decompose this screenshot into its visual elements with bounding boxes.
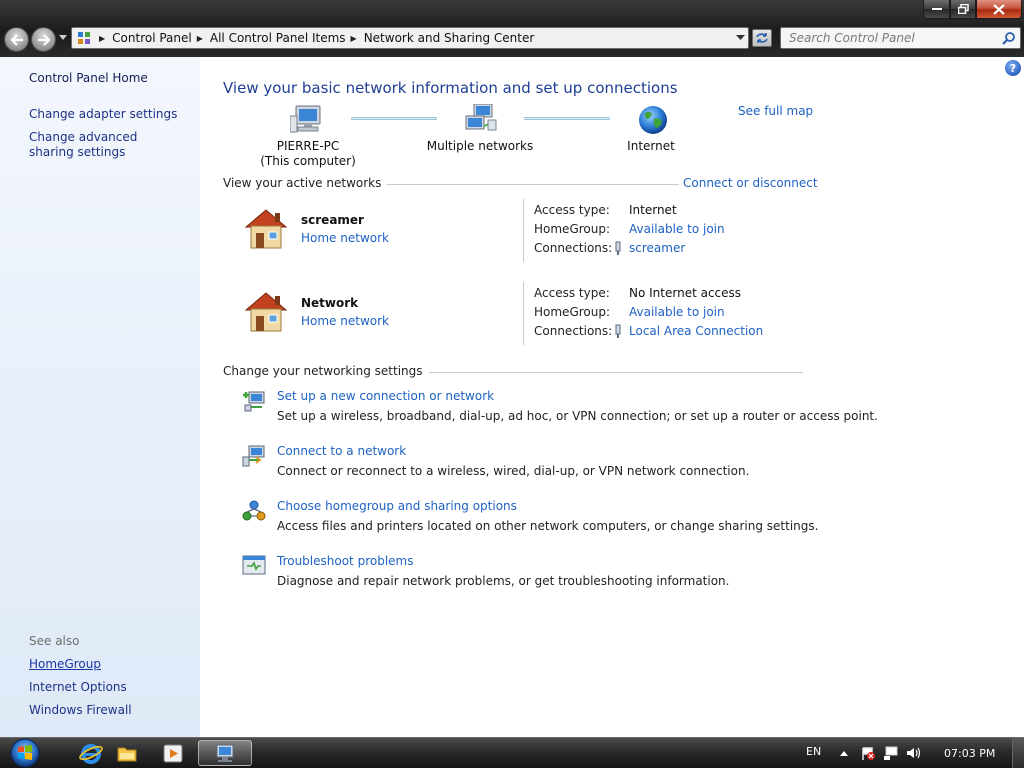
task-description: Connect or reconnect to a wireless, wire… [277, 464, 750, 478]
search-box[interactable] [780, 27, 1021, 49]
homegroup-available-link[interactable]: Available to join [629, 305, 725, 319]
restore-button[interactable] [950, 0, 976, 19]
network-type-link[interactable]: Home network [301, 231, 389, 245]
home-network-icon[interactable] [242, 207, 290, 251]
change-advanced-sharing-link[interactable]: Change advanced sharing settings [29, 130, 179, 160]
task-description: Access files and printers located on oth… [277, 519, 819, 533]
connection-link[interactable]: screamer [629, 241, 685, 255]
active-networks-heading: View your active networks [223, 176, 388, 190]
close-button[interactable] [976, 0, 1022, 19]
access-type-label: Access type: [534, 286, 610, 300]
breadcrumb-arrow-icon[interactable]: ▶ [351, 34, 357, 43]
homegroup-sharing-options-link[interactable]: Choose homegroup and sharing options [277, 499, 517, 513]
connections-label: Connections: [534, 241, 613, 255]
back-button[interactable] [4, 27, 29, 52]
start-button-icon[interactable] [6, 738, 44, 768]
internet-options-link[interactable]: Internet Options [29, 680, 127, 695]
networking-settings-heading: Change your networking settings [223, 364, 429, 378]
homegroup-label: HomeGroup: [534, 222, 611, 236]
multiple-networks-node: Multiple networks [426, 139, 534, 153]
media-player-icon [163, 744, 183, 763]
refresh-icon [756, 33, 768, 43]
access-type-value: Internet [629, 203, 677, 217]
minimize-icon [931, 8, 942, 10]
network-center-icon [216, 744, 234, 762]
computer-name: PIERRE-PC [276, 139, 340, 153]
see-also-heading: See also [29, 634, 80, 648]
breadcrumb-network-center[interactable]: Network and Sharing Center [364, 31, 535, 45]
refresh-button[interactable] [752, 29, 772, 47]
computer-icon[interactable] [290, 104, 324, 134]
breadcrumb-arrow-icon[interactable]: ▶ [197, 34, 203, 43]
forward-button[interactable] [31, 27, 56, 52]
breadcrumb-arrow-icon[interactable]: ▶ [99, 34, 105, 43]
forward-arrow-icon [37, 33, 51, 46]
control-panel-home-link[interactable]: Control Panel Home [29, 71, 148, 86]
homegroup-icon[interactable] [242, 499, 266, 523]
windows-firewall-link[interactable]: Windows Firewall [29, 703, 132, 718]
action-center-flag-icon[interactable] [860, 746, 876, 760]
this-computer-node: PIERRE-PC (This computer) [256, 139, 360, 169]
change-adapter-settings-link[interactable]: Change adapter settings [29, 107, 177, 122]
troubleshoot-problems-link[interactable]: Troubleshoot problems [277, 554, 413, 568]
access-type-label: Access type: [534, 203, 610, 217]
volume-icon[interactable] [906, 746, 922, 760]
window-controls [923, 0, 1022, 19]
home-network-icon[interactable] [242, 290, 290, 334]
map-connection-line [524, 117, 610, 120]
task-description: Set up a wireless, broadband, dial-up, a… [277, 409, 878, 423]
network-type-link[interactable]: Home network [301, 314, 389, 328]
breadcrumb-control-panel[interactable]: Control Panel [112, 31, 192, 45]
minimize-button[interactable] [923, 0, 950, 19]
access-type-value: No Internet access [629, 286, 742, 300]
recent-pages-dropdown-icon[interactable] [59, 35, 67, 40]
control-panel-icon [74, 28, 94, 48]
internet-globe-icon[interactable] [637, 104, 669, 136]
network-name: screamer [301, 213, 364, 227]
address-history-dropdown-icon[interactable] [736, 32, 745, 44]
connection-link[interactable]: Local Area Connection [629, 324, 763, 338]
see-full-map-link[interactable]: See full map [738, 104, 813, 118]
task-description: Diagnose and repair network problems, or… [277, 574, 730, 588]
breadcrumb-all-items[interactable]: All Control Panel Items [210, 31, 346, 45]
restore-icon [957, 4, 969, 14]
page-title: View your basic network information and … [223, 79, 678, 97]
close-icon [993, 3, 1005, 15]
map-connection-line [351, 117, 437, 120]
multiple-networks-icon[interactable] [464, 104, 498, 134]
network-status-icon[interactable] [883, 746, 899, 760]
back-arrow-icon [9, 33, 23, 46]
navigation-pane: Control Panel Home Change adapter settin… [0, 57, 200, 737]
connect-or-disconnect-link[interactable]: Connect or disconnect [679, 176, 818, 190]
media-player-taskbar-button[interactable] [146, 740, 200, 766]
search-input[interactable] [781, 28, 991, 48]
connect-network-icon[interactable] [242, 444, 266, 468]
search-icon[interactable] [1002, 31, 1016, 45]
internet-node: Internet [627, 139, 675, 153]
connect-to-network-link[interactable]: Connect to a network [277, 444, 406, 458]
input-language-indicator[interactable]: EN [806, 745, 821, 758]
system-clock[interactable]: 07:03 PM [944, 747, 995, 760]
new-connection-icon[interactable] [242, 389, 266, 413]
network-center-taskbar-button[interactable] [198, 740, 252, 766]
setup-new-connection-link[interactable]: Set up a new connection or network [277, 389, 494, 403]
wireless-signal-icon [615, 241, 621, 255]
vertical-divider [523, 282, 524, 345]
show-desktop-button[interactable] [1012, 738, 1024, 768]
computer-subtitle: (This computer) [260, 154, 356, 168]
vertical-divider [523, 199, 524, 262]
ethernet-connection-icon [615, 324, 621, 338]
explorer-folder-icon [117, 747, 137, 762]
show-hidden-icons-icon[interactable] [836, 746, 852, 760]
troubleshoot-icon[interactable] [242, 554, 266, 578]
network-name: Network [301, 296, 359, 310]
homegroup-link[interactable]: HomeGroup [29, 657, 101, 672]
homegroup-label: HomeGroup: [534, 305, 611, 319]
connections-label: Connections: [534, 324, 613, 338]
address-bar[interactable]: ▶ Control Panel ▶ All Control Panel Item… [71, 27, 749, 49]
help-icon[interactable]: ? [1005, 60, 1021, 76]
homegroup-available-link[interactable]: Available to join [629, 222, 725, 236]
